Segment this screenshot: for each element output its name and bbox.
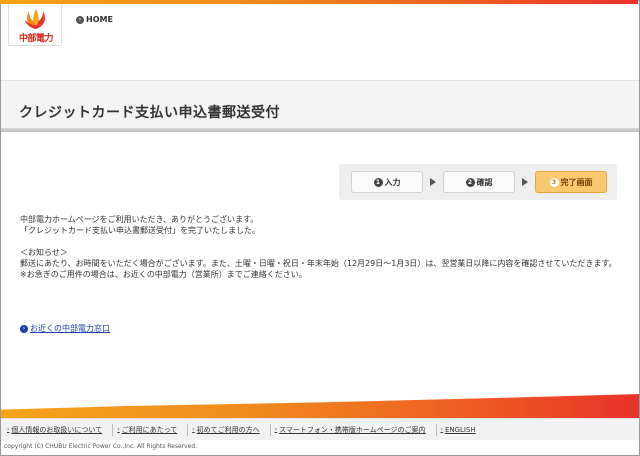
footer-link-terms[interactable]: › ご利用にあたって: [113, 423, 189, 436]
footer-link-label: スマートフォン・携帯版ホームページのご案内: [279, 425, 426, 434]
arrow-right-icon: ›: [20, 324, 28, 333]
nearest-office-label: お近くの中部電力窓口: [30, 324, 110, 333]
step-number: 3: [549, 177, 559, 187]
page-title: クレジットカード支払い申込書郵送受付: [19, 105, 280, 121]
step-input: 1 入力: [351, 171, 423, 193]
notice-text: 郵送にあたり、お時間をいただく場合がございます。また、土曜・日曜・祝日・年末年始…: [20, 259, 617, 268]
footer-link-label: ENGLISH: [444, 425, 476, 434]
main-content: 中部電力ホームページをご利用いただき、ありがとうございます。 「クレジットカード…: [20, 214, 630, 280]
step-label: 確認: [476, 177, 493, 187]
footer-link-label: 個人情報のお取扱いについて: [11, 425, 103, 434]
step-number: 1: [373, 177, 383, 187]
chubu-logo[interactable]: 中部電力: [8, 4, 62, 46]
footer-nav: › 個人情報のお取扱いについて › ご利用にあたって › 初めてご利用の方へ ›…: [1, 418, 639, 440]
title-band: クレジットカード支払い申込書郵送受付: [1, 80, 639, 132]
footer-link-label: ご利用にあたって: [121, 425, 178, 434]
flame-icon: [25, 9, 45, 29]
chevron-right-icon: ›: [274, 426, 278, 433]
logo-text: 中部電力: [18, 34, 54, 44]
footer-link-first-time[interactable]: › 初めてご利用の方へ: [188, 423, 271, 436]
step-complete: 3 完了画面: [535, 171, 607, 193]
top-accent-bar: [0, 0, 638, 4]
step-label: 完了画面: [560, 177, 593, 187]
step-label: 入力: [384, 177, 401, 187]
copyright: copyright (C) CHUBU Electric Power Co.,I…: [4, 443, 198, 450]
thanks-text: 中部電力ホームページをご利用いただき、ありがとうございます。: [20, 215, 259, 224]
chevron-right-icon: ›: [117, 426, 120, 433]
footer-link-label: 初めてご利用の方へ: [196, 425, 260, 434]
notice-heading: ＜お知らせ＞: [20, 248, 68, 257]
arrow-right-icon: ›: [76, 15, 84, 24]
chevron-right-icon: ›: [7, 426, 10, 433]
step-arrow-icon: [430, 178, 436, 186]
footer-link-mobile[interactable]: › スマートフォン・携帯版ホームページのご案内: [271, 423, 437, 436]
completion-text: 「クレジットカード支払い申込書郵送受付」を完了いたしました。: [20, 226, 260, 235]
chevron-right-icon: ›: [192, 426, 195, 433]
chevron-right-icon: ›: [440, 426, 443, 433]
step-arrow-icon: [522, 178, 528, 186]
progress-steps: 1 入力 2 確認 3 完了画面: [339, 164, 617, 200]
home-label: HOME: [86, 15, 113, 24]
nearest-office-link[interactable]: › お近くの中部電力窓口: [20, 323, 110, 334]
footer-link-privacy[interactable]: › 個人情報のお取扱いについて: [3, 423, 114, 436]
step-number: 2: [465, 177, 475, 187]
notice-urgent-text: ※お急ぎのご用件の場合は、お近くの中部電力（営業所）までご連絡ください。: [20, 270, 307, 279]
step-confirm: 2 確認: [443, 171, 515, 193]
footer-link-english[interactable]: › ENGLISH: [437, 424, 486, 436]
home-link[interactable]: › HOME: [76, 15, 113, 24]
